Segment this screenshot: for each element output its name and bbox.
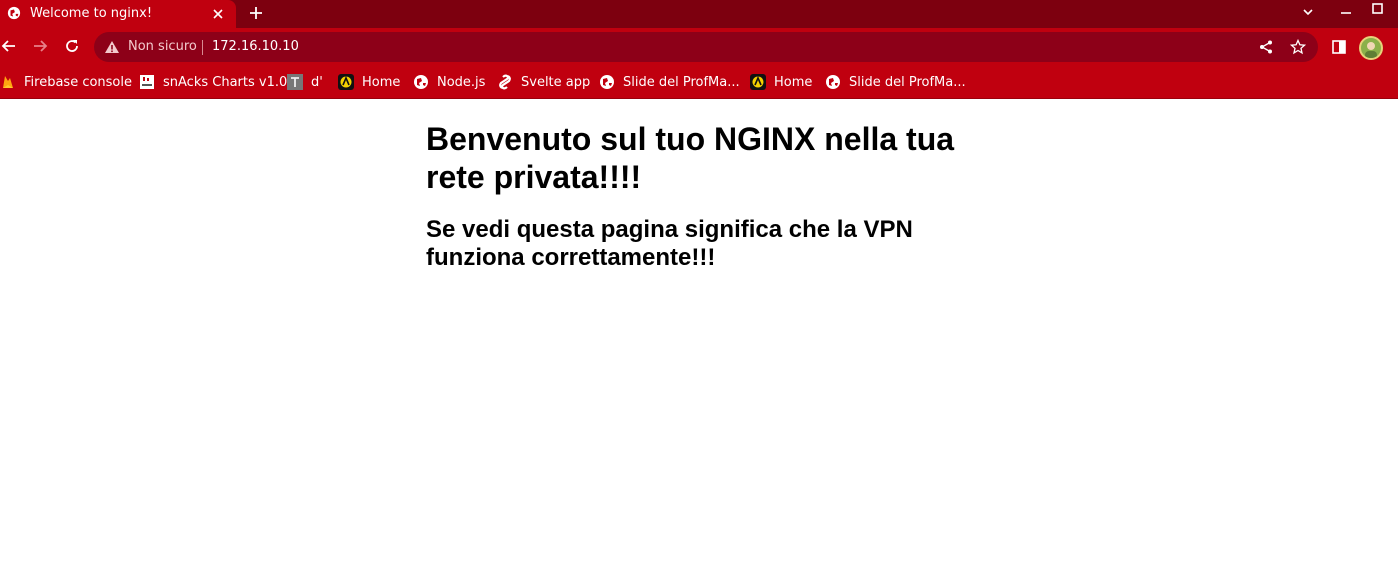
security-status[interactable]: Non sicuro — [128, 39, 197, 54]
side-panel-icon[interactable] — [1331, 39, 1347, 55]
new-tab-icon[interactable] — [248, 5, 264, 21]
bookmark-firebase-console[interactable]: Firebase console — [0, 72, 132, 92]
svelte-icon — [499, 74, 511, 90]
home-site-icon — [750, 74, 766, 90]
globe-icon — [826, 75, 840, 89]
close-tab-icon[interactable] — [211, 7, 225, 21]
bookmarks-bar: Firebase console snAcks Charts v1.0 d' H… — [0, 66, 1398, 99]
share-icon[interactable] — [1258, 39, 1274, 55]
forward-icon[interactable] — [31, 37, 49, 55]
address-divider — [202, 40, 203, 55]
bookmark-d[interactable]: d' — [287, 72, 323, 92]
firebase-icon — [3, 76, 13, 88]
bookmark-home-1[interactable]: Home — [338, 72, 400, 92]
profile-avatar[interactable] — [1359, 36, 1383, 60]
home-site-icon — [338, 74, 354, 90]
globe-icon — [414, 75, 428, 89]
globe-icon — [600, 75, 614, 89]
bookmark-home-2[interactable]: Home — [750, 72, 812, 92]
page-content: Benvenuto sul tuo NGINX nella tua rete p… — [0, 100, 1398, 569]
url-text[interactable]: 172.16.10.10 — [212, 39, 299, 54]
tab-welcome-nginx[interactable]: Welcome to nginx! — [0, 0, 236, 28]
maximize-icon[interactable] — [1370, 1, 1386, 17]
tab-search-chevron-icon[interactable] — [1300, 4, 1316, 20]
tab-strip: Welcome to nginx! — [0, 0, 1398, 28]
bookmark-svelte-app[interactable]: Svelte app — [497, 72, 590, 92]
bookmark-slide-profma-2[interactable]: Slide del ProfMa... — [825, 72, 966, 92]
bookmark-slide-profma-1[interactable]: Slide del ProfMa... — [599, 72, 740, 92]
minimize-icon[interactable] — [1338, 4, 1354, 20]
tab-title: Welcome to nginx! — [30, 6, 153, 21]
back-icon[interactable] — [0, 37, 18, 55]
toolbar: Non sicuro 172.16.10.10 — [0, 28, 1398, 66]
page-subtitle: Se vedi questa pagina significa che la V… — [426, 216, 913, 271]
bookmark-nodejs[interactable]: Node.js — [413, 72, 485, 92]
snacks-icon — [140, 75, 154, 89]
bookmark-star-icon[interactable] — [1290, 39, 1306, 55]
bookmark-snacks-charts[interactable]: snAcks Charts v1.0 — [139, 72, 287, 92]
page-title: Benvenuto sul tuo NGINX nella tua rete p… — [426, 121, 955, 195]
reload-icon[interactable] — [63, 37, 81, 55]
warning-icon[interactable] — [104, 40, 120, 54]
typewriter-icon — [287, 74, 303, 90]
address-bar[interactable]: Non sicuro 172.16.10.10 — [94, 32, 1318, 62]
globe-icon — [7, 6, 21, 20]
avatar-icon — [1365, 42, 1377, 58]
